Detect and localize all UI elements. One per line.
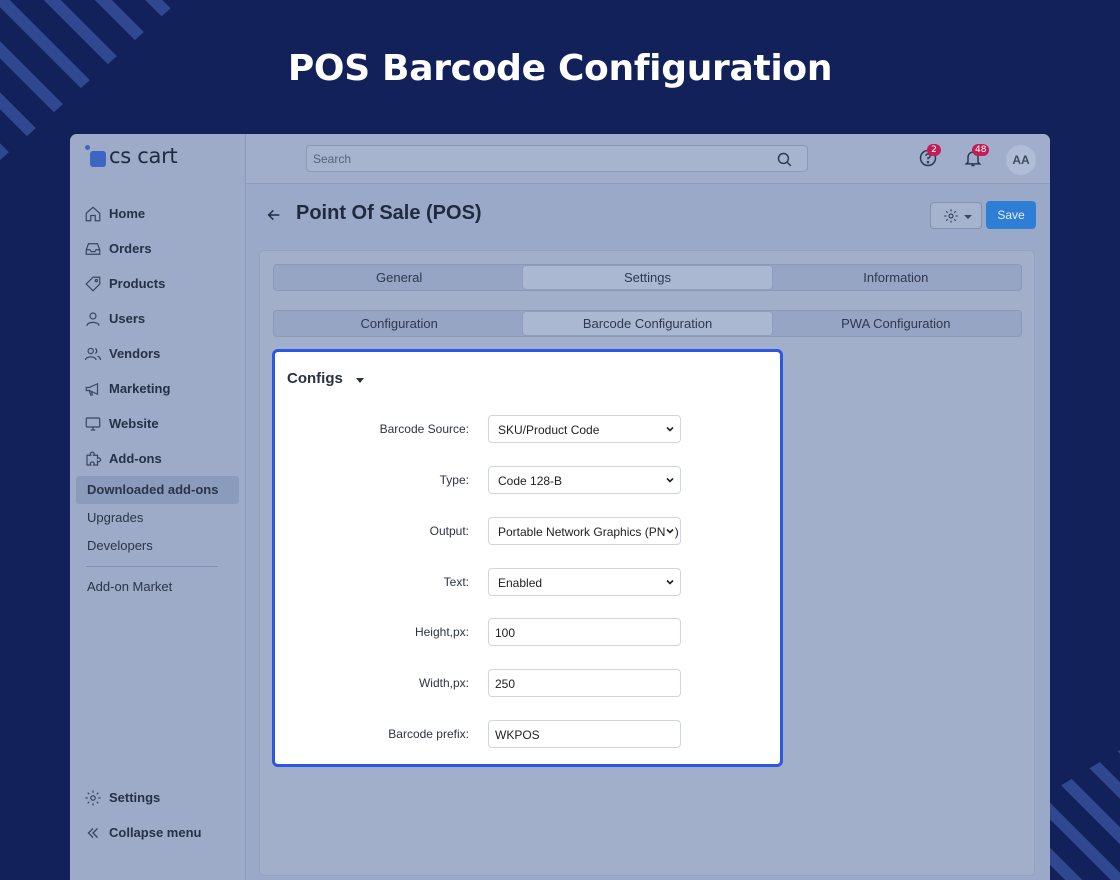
sidebar-item-add-on-market[interactable]: Add-on Market xyxy=(70,573,246,601)
collapse-menu-label: Collapse menu xyxy=(109,825,202,840)
save-button[interactable]: Save xyxy=(986,201,1036,229)
text-select[interactable]: Enabled xyxy=(488,568,681,596)
caret-down-icon[interactable] xyxy=(356,378,364,383)
output-select[interactable]: Portable Network Graphics (PNG) xyxy=(488,517,681,545)
output-row: Output: Portable Network Graphics (PNG) xyxy=(275,517,780,545)
settings-dropdown-button[interactable] xyxy=(930,202,982,229)
chevron-down-icon xyxy=(666,426,674,432)
sidebar-item-marketing[interactable]: Marketing xyxy=(70,371,246,406)
width-row: Width,px: 250 xyxy=(275,669,780,697)
height-label: Height,px: xyxy=(414,625,469,639)
barcode-prefix-row: Barcode prefix: WKPOS xyxy=(275,720,780,748)
text-label: Text: xyxy=(443,575,469,589)
barcode-prefix-label: Barcode prefix: xyxy=(388,727,469,741)
avatar[interactable]: AA xyxy=(1006,145,1036,175)
barcode-source-select[interactable]: SKU/Product Code xyxy=(488,415,681,443)
output-label: Output: xyxy=(429,524,469,538)
sidebar-subitem-downloaded-add-ons[interactable]: Downloaded add-ons xyxy=(76,476,239,504)
sidebar-item-products[interactable]: Products xyxy=(70,266,246,301)
configs-card: Configs Barcode Source: SKU/Product Code… xyxy=(272,349,783,767)
page-title: Point Of Sale (POS) xyxy=(296,202,482,224)
notifications-badge: 48 xyxy=(972,144,990,156)
chevron-down-icon xyxy=(964,215,972,219)
height-input[interactable]: 100 xyxy=(488,618,681,646)
sidebar-item-add-ons[interactable]: Add-ons xyxy=(70,441,246,476)
puzzle-icon xyxy=(86,451,102,466)
search-placeholder: Search xyxy=(313,152,352,166)
tab-barcode-configuration[interactable]: Barcode Configuration xyxy=(523,312,772,335)
tab-configuration[interactable]: Configuration xyxy=(275,312,523,335)
sidebar-item-label: Home xyxy=(109,206,146,221)
barcode-prefix-input[interactable]: WKPOS xyxy=(488,720,681,748)
sidebar: cs cart Home Orders Products Users Vendo… xyxy=(70,134,246,880)
type-select[interactable]: Code 128-B xyxy=(488,466,681,494)
monitor-icon xyxy=(85,416,101,431)
sidebar-divider xyxy=(86,566,218,567)
sub-tabs: Configuration Barcode Configuration PWA … xyxy=(273,310,1022,337)
user-icon xyxy=(86,311,100,326)
logo-mark-icon xyxy=(84,145,106,167)
logo[interactable]: cs cart xyxy=(84,144,178,168)
home-icon xyxy=(85,205,101,221)
tab-information[interactable]: Information xyxy=(772,266,1020,289)
users-icon xyxy=(84,347,102,360)
sidebar-subitem-upgrades[interactable]: Upgrades xyxy=(70,504,246,532)
help-button[interactable]: 2 xyxy=(918,144,941,168)
notifications-button[interactable]: 48 xyxy=(963,144,990,168)
help-badge: 2 xyxy=(927,144,941,156)
sidebar-item-users[interactable]: Users xyxy=(70,301,246,336)
tab-pwa-configuration[interactable]: PWA Configuration xyxy=(772,312,1020,335)
barcode-source-row: Barcode Source: SKU/Product Code xyxy=(275,415,780,443)
sidebar-item-label: Users xyxy=(109,311,146,326)
sidebar-item-label: Website xyxy=(109,416,159,431)
configs-title[interactable]: Configs xyxy=(287,370,343,387)
gear-icon xyxy=(85,790,101,805)
megaphone-icon xyxy=(85,382,99,396)
barcode-source-label: Barcode Source: xyxy=(379,422,469,436)
width-input[interactable]: 250 xyxy=(488,669,681,697)
topbar: Search 2 48 AA xyxy=(246,134,1050,184)
sidebar-nav: Home Orders Products Users Vendors Marke… xyxy=(70,196,246,601)
sidebar-item-website[interactable]: Website xyxy=(70,406,246,441)
sidebar-item-label: Vendors xyxy=(109,346,161,361)
type-label: Type: xyxy=(439,473,469,487)
app-window: cs cart Home Orders Products Users Vendo… xyxy=(70,134,1050,880)
double-chevron-left-icon xyxy=(87,827,98,838)
sidebar-item-label: Settings xyxy=(109,790,161,805)
main-tabs: General Settings Information xyxy=(273,264,1022,291)
collapse-menu-button[interactable]: Collapse menu xyxy=(70,815,246,850)
sidebar-item-settings[interactable]: Settings xyxy=(70,780,246,815)
chevron-down-icon xyxy=(665,526,675,536)
sidebar-bottom: Settings Collapse menu xyxy=(70,780,246,850)
sidebar-subitem-developers[interactable]: Developers xyxy=(70,532,246,560)
gear-icon xyxy=(944,209,958,223)
sidebar-item-label: Products xyxy=(109,276,166,291)
sidebar-item-label: Marketing xyxy=(109,381,171,396)
type-row: Type: Code 128-B xyxy=(275,466,780,494)
text-row: Text: Enabled xyxy=(275,568,780,596)
chevron-down-icon xyxy=(666,579,674,585)
chevron-down-icon xyxy=(666,477,674,483)
sidebar-item-vendors[interactable]: Vendors xyxy=(70,336,246,371)
width-label: Width,px: xyxy=(418,676,469,690)
tab-settings[interactable]: Settings xyxy=(523,266,772,289)
sidebar-item-home[interactable]: Home xyxy=(70,196,246,231)
height-row: Height,px: 100 xyxy=(275,618,780,646)
tag-icon xyxy=(85,276,101,292)
sidebar-item-orders[interactable]: Orders xyxy=(70,231,246,266)
inbox-icon xyxy=(85,242,101,255)
hero-title: POS Barcode Configuration xyxy=(287,48,833,89)
sidebar-item-label: Orders xyxy=(109,241,152,256)
logo-text: cs cart xyxy=(109,144,178,168)
tab-general[interactable]: General xyxy=(275,266,523,289)
search-input[interactable]: Search xyxy=(306,145,808,172)
search-icon[interactable] xyxy=(776,151,793,168)
back-arrow-icon[interactable] xyxy=(266,207,282,223)
sidebar-item-label: Add-ons xyxy=(109,451,162,466)
